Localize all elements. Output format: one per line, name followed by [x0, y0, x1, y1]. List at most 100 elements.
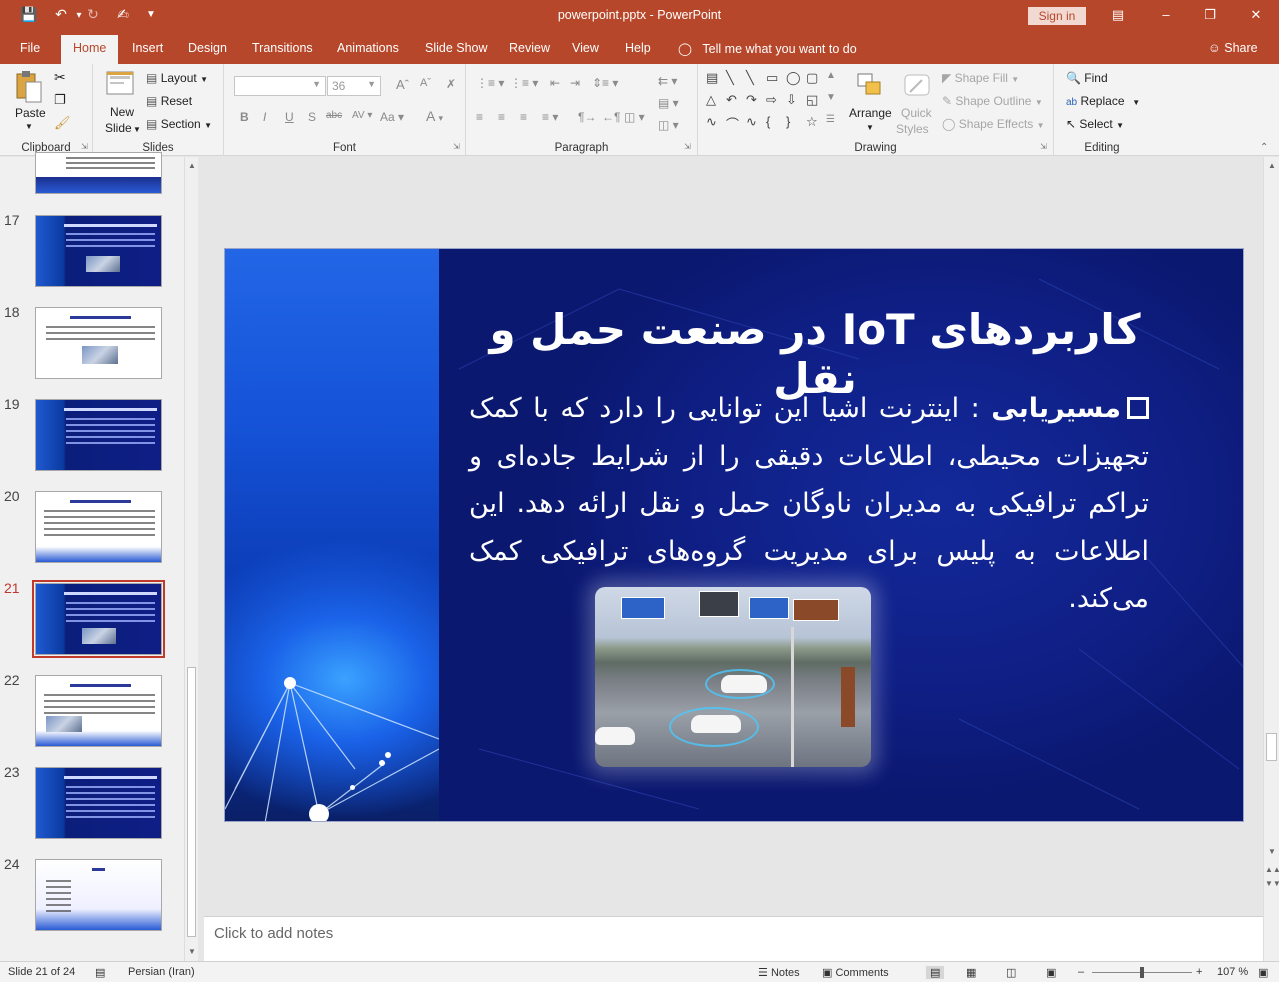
rectangle-shape-icon[interactable]: ▭	[766, 70, 778, 86]
scroll-up-icon[interactable]: ▲	[826, 70, 836, 81]
font-color-icon[interactable]: A ▾	[426, 108, 443, 124]
scroll-thumb[interactable]	[1266, 733, 1277, 761]
smartart-icon[interactable]: ◫ ▾	[658, 118, 679, 132]
line-shape-icon[interactable]: ╲	[726, 70, 734, 86]
freeform-shape-icon[interactable]: ∿	[706, 114, 717, 130]
more-icon[interactable]: ☰	[826, 114, 835, 125]
slide-scrollbar[interactable]: ▲ ▼ ▲▲ ▼▼	[1263, 157, 1279, 961]
strikethrough-icon[interactable]: abc	[326, 110, 342, 121]
decrease-font-icon[interactable]: Aˇ	[420, 77, 431, 89]
slide-thumbnail[interactable]	[35, 152, 162, 194]
share-button[interactable]: ☺ Share	[1208, 41, 1258, 55]
zoom-out-icon[interactable]: –	[1078, 966, 1084, 978]
curve-shape-icon[interactable]: ∿	[746, 114, 757, 130]
tab-animations[interactable]: Animations	[337, 41, 399, 55]
text-direction-icon[interactable]: ⇇ ▾	[658, 74, 677, 88]
scroll-down-arrow-icon[interactable]: ▼	[185, 947, 199, 956]
increase-font-icon[interactable]: Aˆ	[396, 77, 409, 92]
sign-in-button[interactable]: Sign in	[1028, 7, 1086, 25]
quick-styles-icon[interactable]	[902, 72, 932, 102]
align-center-icon[interactable]: ≡	[498, 110, 505, 124]
scroll-thumb[interactable]	[187, 667, 196, 937]
tab-help[interactable]: Help	[625, 41, 651, 55]
notes-pane[interactable]: Click to add notes	[204, 916, 1263, 961]
increase-indent-icon[interactable]: ⇥	[570, 76, 580, 90]
shape-fill-button[interactable]: ◤ Shape Fill ▼	[942, 71, 1019, 85]
paste-icon[interactable]	[14, 70, 44, 103]
triangle-shape-icon[interactable]: △	[706, 92, 716, 108]
tab-review[interactable]: Review	[509, 41, 550, 55]
star-shape-icon[interactable]: ☆	[806, 114, 818, 130]
font-name-combo[interactable]: ▼	[234, 76, 326, 96]
zoom-level[interactable]: 107 %	[1217, 966, 1248, 978]
comments-toggle[interactable]: ▣ Comments	[822, 966, 889, 979]
shadow-icon[interactable]: S	[308, 110, 316, 124]
previous-slide-icon[interactable]: ▲▲	[1265, 865, 1279, 874]
scroll-up-arrow-icon[interactable]: ▲	[1265, 161, 1279, 170]
slideshow-view-icon[interactable]: ▣	[1046, 966, 1056, 979]
close-button[interactable]: ✕	[1246, 7, 1266, 23]
scroll-up-arrow-icon[interactable]: ▲	[185, 161, 199, 170]
tab-insert[interactable]: Insert	[132, 41, 163, 55]
arrange-button[interactable]: Arrange	[849, 106, 892, 120]
scroll-down-arrow-icon[interactable]: ▼	[1265, 847, 1279, 856]
slide-thumbnail[interactable]	[35, 399, 162, 471]
slide-thumbnail[interactable]	[35, 491, 162, 563]
slide-thumbnail[interactable]	[35, 307, 162, 379]
layout-button[interactable]: ▤ Layout ▼	[146, 71, 208, 85]
decrease-indent-icon[interactable]: ⇤	[550, 76, 560, 90]
char-spacing-icon[interactable]: AV ▾	[352, 110, 372, 121]
section-button[interactable]: ▤ Section ▼	[146, 117, 212, 131]
tab-transitions[interactable]: Transitions	[252, 41, 313, 55]
cut-icon[interactable]: ✂	[54, 69, 66, 86]
ltr-icon[interactable]: ¶→	[578, 110, 596, 124]
change-case-icon[interactable]: Aa ▾	[380, 110, 404, 124]
quick-styles-label-line2[interactable]: Styles	[896, 122, 929, 136]
arrow-down-shape-icon[interactable]: ⇩	[786, 92, 797, 108]
slide-thumbnail[interactable]	[35, 675, 162, 747]
textbox-shape-icon[interactable]: ▤	[706, 70, 718, 86]
connector-shape-icon[interactable]: ↶	[726, 92, 737, 108]
reading-view-icon[interactable]: ◫	[1006, 966, 1016, 979]
tell-me-search[interactable]: ◯ Tell me what you want to do	[678, 41, 857, 56]
minimize-button[interactable]: –	[1156, 7, 1176, 22]
ribbon-display-options-icon[interactable]: ▤	[1108, 7, 1128, 23]
shape-icon[interactable]: ◱	[806, 92, 818, 108]
dialog-launcher-icon[interactable]: ⇲	[453, 142, 460, 151]
traffic-photo[interactable]	[595, 587, 871, 767]
normal-view-icon[interactable]: ▤	[926, 966, 945, 979]
arrange-icon[interactable]	[856, 72, 886, 102]
tab-home[interactable]: Home	[61, 35, 119, 64]
format-painter-icon[interactable]: 🖌	[54, 115, 71, 131]
fit-slide-icon[interactable]: ▣	[1258, 966, 1268, 979]
align-right-icon[interactable]: ≡	[520, 110, 527, 124]
underline-icon[interactable]: U	[285, 110, 294, 124]
italic-icon[interactable]: I	[263, 110, 266, 124]
columns-icon[interactable]: ◫ ▾	[624, 110, 645, 124]
next-slide-icon[interactable]: ▼▼	[1265, 879, 1279, 888]
brace-right-shape-icon[interactable]: }	[786, 114, 790, 129]
bold-icon[interactable]: B	[240, 110, 249, 124]
align-text-icon[interactable]: ▤ ▾	[658, 96, 679, 110]
paste-dropdown-icon[interactable]: ▼	[25, 122, 33, 131]
tab-file[interactable]: File	[20, 41, 40, 55]
notes-toggle[interactable]: ☰ Notes	[758, 966, 800, 979]
slide-sorter-icon[interactable]: ▦	[966, 966, 976, 979]
scroll-down-icon[interactable]: ▼	[826, 92, 836, 103]
paste-button[interactable]: Paste	[15, 106, 46, 120]
tab-view[interactable]: View	[572, 41, 599, 55]
line-shape-icon[interactable]: ╲	[746, 70, 754, 86]
tab-slide-show[interactable]: Slide Show	[425, 41, 488, 55]
language-indicator[interactable]: Persian (Iran)	[128, 966, 195, 978]
rounded-rect-shape-icon[interactable]: ▢	[806, 70, 818, 86]
arc-shape-icon[interactable]: ⌒	[726, 114, 739, 133]
new-slide-label-line2[interactable]: Slide	[105, 121, 132, 135]
dialog-launcher-icon[interactable]: ⇲	[684, 142, 691, 151]
new-slide-icon[interactable]	[105, 70, 135, 100]
brace-left-shape-icon[interactable]: {	[766, 114, 770, 129]
chevron-down-icon[interactable]: ▼	[133, 125, 141, 134]
new-slide-label-line1[interactable]: New	[110, 105, 134, 119]
thumbnails-scrollbar[interactable]: ▲ ▼	[184, 157, 198, 961]
connector-shape-icon[interactable]: ↷	[746, 92, 757, 108]
select-button[interactable]: ↖ Select ▼	[1066, 117, 1124, 131]
